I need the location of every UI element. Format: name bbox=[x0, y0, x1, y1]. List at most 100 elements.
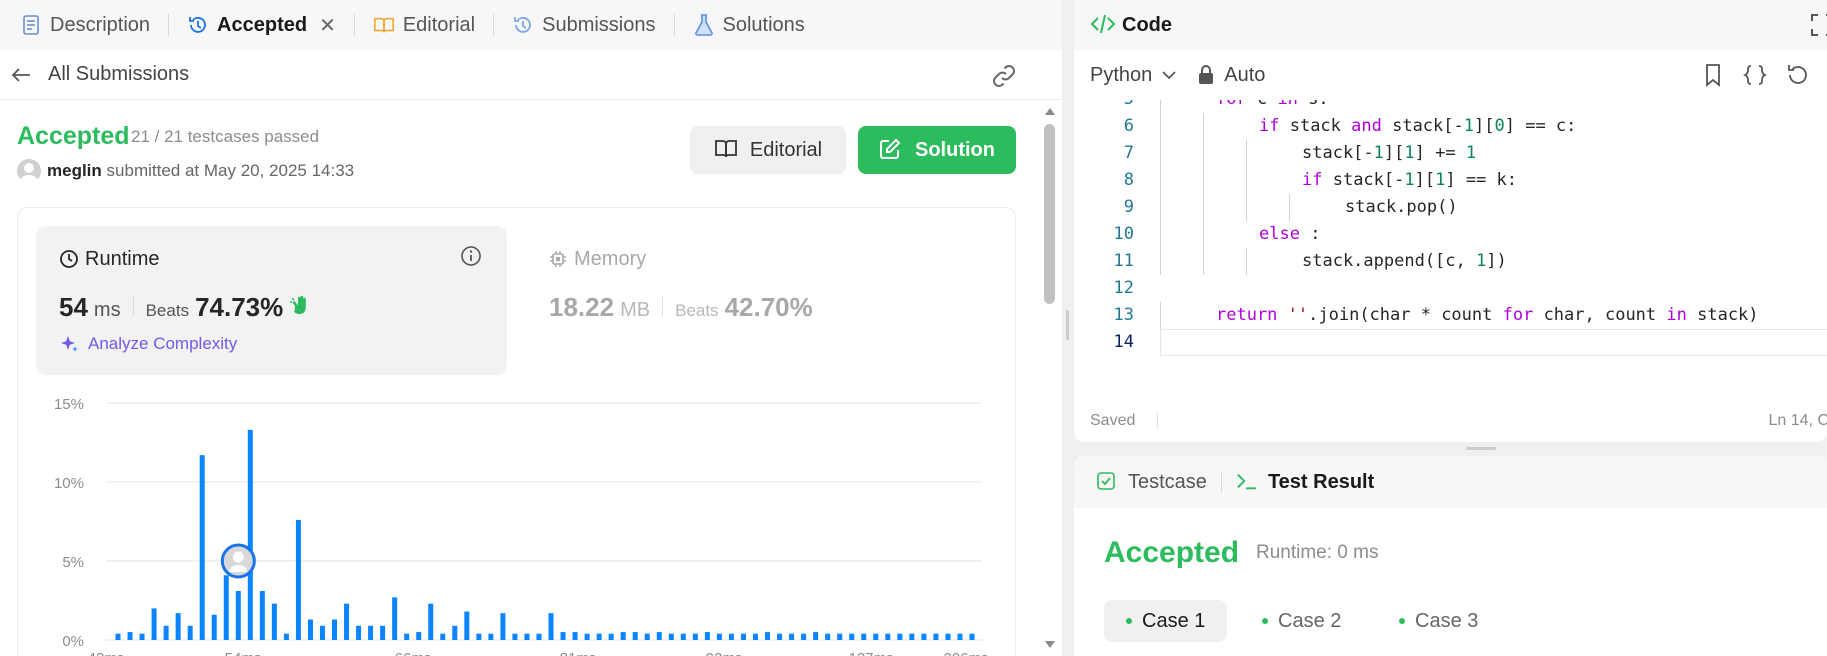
chart-bar[interactable] bbox=[127, 632, 133, 640]
case-tab-2[interactable]: Case 2 bbox=[1240, 600, 1363, 642]
reset-icon[interactable] bbox=[1784, 62, 1810, 88]
case-tab-1[interactable]: Case 1 bbox=[1104, 600, 1228, 642]
scrollbar[interactable] bbox=[1041, 100, 1059, 656]
chart-bar[interactable] bbox=[151, 608, 157, 640]
chart-bar[interactable] bbox=[632, 632, 638, 640]
chart-bar[interactable] bbox=[548, 613, 554, 640]
chart-bar[interactable] bbox=[837, 633, 843, 640]
chart-bar[interactable] bbox=[139, 633, 145, 640]
chart-bar[interactable] bbox=[271, 603, 277, 640]
bookmark-icon[interactable] bbox=[1700, 62, 1726, 88]
chart-bar[interactable] bbox=[596, 633, 602, 640]
chart-bar[interactable] bbox=[536, 633, 542, 640]
chevron-down-icon[interactable] bbox=[1160, 66, 1178, 84]
chart-bar[interactable] bbox=[356, 625, 362, 640]
all-submissions-link[interactable]: All Submissions bbox=[48, 63, 189, 86]
chart-bar[interactable] bbox=[175, 613, 181, 640]
link-icon[interactable] bbox=[990, 62, 1018, 90]
chart-bar[interactable] bbox=[512, 633, 518, 640]
chart-bar[interactable] bbox=[344, 603, 350, 640]
chart-bar[interactable] bbox=[692, 633, 698, 640]
panel-resize-handle[interactable] bbox=[1074, 442, 1827, 456]
chart-bar[interactable] bbox=[428, 603, 434, 640]
chart-bar[interactable] bbox=[680, 633, 686, 640]
chart-bar[interactable] bbox=[825, 633, 831, 640]
chart-bar[interactable] bbox=[440, 633, 446, 640]
chart-bar[interactable] bbox=[957, 633, 963, 640]
chart-bar[interactable] bbox=[572, 632, 578, 640]
tab-accepted[interactable]: Accepted ✕ bbox=[179, 0, 344, 50]
chart-bar[interactable] bbox=[969, 633, 975, 640]
chart-bar[interactable] bbox=[368, 625, 374, 640]
chart-bar[interactable] bbox=[283, 633, 289, 640]
code-line[interactable]: 6 if stack and stack[-1][0] == c: bbox=[1074, 113, 1827, 140]
chart-bar[interactable] bbox=[921, 633, 927, 640]
chart-bar[interactable] bbox=[620, 632, 626, 640]
chart-bar[interactable] bbox=[332, 619, 338, 640]
chart-bar[interactable] bbox=[163, 625, 169, 640]
chart-bar[interactable] bbox=[307, 619, 313, 640]
chart-bar[interactable] bbox=[452, 625, 458, 640]
info-icon[interactable] bbox=[460, 245, 482, 267]
chart-bar[interactable] bbox=[259, 591, 265, 640]
chart-bar[interactable] bbox=[668, 633, 674, 640]
chart-bar[interactable] bbox=[752, 633, 758, 640]
chart-bar[interactable] bbox=[789, 633, 795, 640]
code-line[interactable]: 11 stack.append([c, 1]) bbox=[1074, 248, 1827, 275]
chart-bar[interactable] bbox=[933, 633, 939, 640]
chart-bar[interactable] bbox=[716, 633, 722, 640]
chart-bar[interactable] bbox=[199, 455, 205, 640]
tab-test-result[interactable]: Test Result bbox=[1236, 471, 1374, 494]
avatar[interactable] bbox=[17, 159, 41, 183]
code-line[interactable]: 14 bbox=[1074, 329, 1827, 356]
code-line[interactable]: 9 stack.pop() bbox=[1074, 194, 1827, 221]
chart-bar[interactable] bbox=[187, 625, 193, 640]
chart-bar[interactable] bbox=[560, 632, 566, 640]
chart-bar[interactable] bbox=[464, 611, 470, 640]
chart-bar[interactable] bbox=[500, 613, 506, 640]
code-line[interactable]: 13 return ''.join(char * count for char, … bbox=[1074, 302, 1827, 329]
chart-bar[interactable] bbox=[765, 632, 771, 640]
scrollbar-thumb[interactable] bbox=[1044, 124, 1055, 304]
chart-bar[interactable] bbox=[584, 633, 590, 640]
chart-bar[interactable] bbox=[813, 632, 819, 640]
chart-bar[interactable] bbox=[740, 633, 746, 640]
code-line[interactable]: 12 bbox=[1074, 275, 1827, 302]
editorial-button[interactable]: Editorial bbox=[690, 126, 846, 174]
panel-resize-handle[interactable] bbox=[1062, 0, 1074, 656]
chart-bar[interactable] bbox=[728, 633, 734, 640]
tab-editorial[interactable]: Editorial bbox=[365, 0, 483, 50]
tab-testcase[interactable]: Testcase bbox=[1096, 471, 1207, 494]
chart-bar[interactable] bbox=[392, 597, 398, 640]
chart-bar[interactable] bbox=[656, 632, 662, 640]
back-arrow-icon[interactable] bbox=[8, 62, 34, 88]
user-avatar-marker[interactable] bbox=[220, 543, 256, 579]
chart-bar[interactable] bbox=[211, 614, 217, 640]
chart-bar[interactable] bbox=[223, 575, 229, 640]
mode-label[interactable]: Auto bbox=[1224, 64, 1265, 87]
code-line[interactable]: 7 stack[-1][1] += 1 bbox=[1074, 140, 1827, 167]
chart-bar[interactable] bbox=[476, 633, 482, 640]
expand-icon[interactable] bbox=[1809, 12, 1827, 38]
chart-bar[interactable] bbox=[801, 633, 807, 640]
chart-bar[interactable] bbox=[524, 633, 530, 640]
memory-label[interactable]: Memory bbox=[548, 248, 646, 271]
chart-bar[interactable] bbox=[945, 633, 951, 640]
solution-button[interactable]: Solution bbox=[858, 126, 1016, 174]
chart-bar[interactable] bbox=[319, 625, 325, 640]
chart-bar[interactable] bbox=[909, 633, 915, 640]
chart-bar[interactable] bbox=[488, 633, 494, 640]
code-line[interactable]: 5 for c in s: bbox=[1074, 100, 1827, 113]
chart-bar[interactable] bbox=[897, 633, 903, 640]
chart-bar[interactable] bbox=[380, 625, 386, 640]
code-line[interactable]: 10 else : bbox=[1074, 221, 1827, 248]
chart-bar[interactable] bbox=[777, 633, 783, 640]
tab-solutions[interactable]: Solutions bbox=[685, 0, 813, 50]
chart-bar[interactable] bbox=[704, 632, 710, 640]
code-editor[interactable]: 5 for c in s: 6 if stack and stack[-1][0] =… bbox=[1074, 100, 1827, 400]
case-tab-3[interactable]: Case 3 bbox=[1377, 600, 1500, 642]
chart-bar[interactable] bbox=[885, 633, 891, 640]
language-select[interactable]: Python bbox=[1090, 64, 1152, 87]
username[interactable]: meglin bbox=[47, 161, 102, 180]
tab-description[interactable]: Description bbox=[12, 0, 158, 50]
